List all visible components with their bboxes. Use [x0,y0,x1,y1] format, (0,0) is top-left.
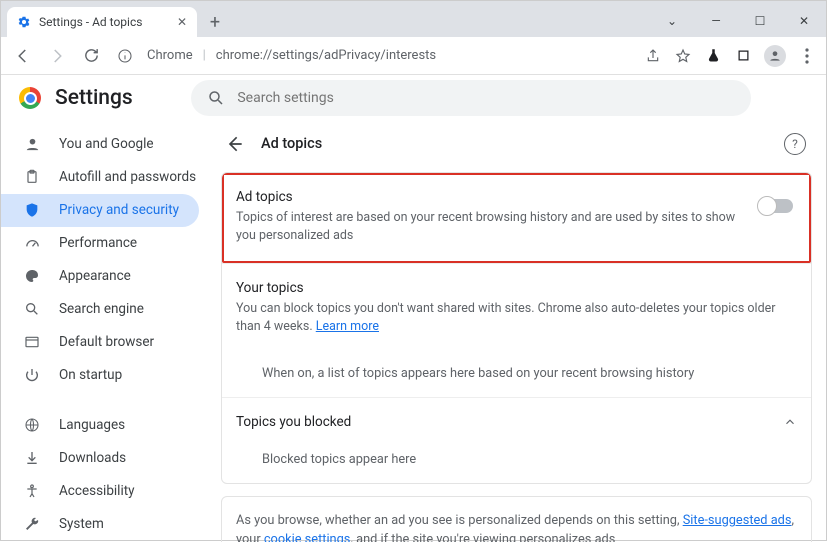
topics-blocked-title: Topics you blocked [236,414,351,430]
download-icon [23,450,41,466]
settings-sidebar: You and Google Autofill and passwords Pr… [1,122,211,542]
reload-button[interactable] [79,44,103,68]
palette-icon [23,268,41,284]
help-icon[interactable]: ? [784,133,806,155]
wrench-icon [23,516,41,532]
menu-icon[interactable] [798,47,816,65]
gear-icon [17,15,31,29]
main-content: Ad topics ? Ad topics Topics of interest… [221,122,812,542]
sidebar-item-you-and-google[interactable]: You and Google [1,128,199,161]
tab-search-button[interactable]: ⌄ [650,5,694,37]
extensions-icon[interactable] [734,47,752,65]
sidebar-item-default-browser[interactable]: Default browser [1,326,199,359]
your-topics-description: You can block topics you don't want shar… [236,300,797,336]
site-info-icon[interactable] [113,44,137,68]
power-icon [23,367,41,383]
sidebar-divider [23,400,197,401]
labs-icon[interactable] [704,47,722,65]
sidebar-item-accessibility[interactable]: Accessibility [1,475,199,508]
globe-icon [23,417,41,433]
learn-more-link[interactable]: Learn more [316,319,379,334]
sidebar-item-appearance[interactable]: Appearance [1,260,199,293]
search-icon [207,89,225,107]
clipboard-icon [23,169,41,185]
sidebar-item-autofill[interactable]: Autofill and passwords [1,161,199,194]
person-icon [23,136,41,153]
topics-blocked-empty: Blocked topics appear here [222,446,811,483]
sidebar-item-downloads[interactable]: Downloads [1,442,199,475]
ad-topics-title: Ad topics [236,189,741,205]
sidebar-label: Autofill and passwords [59,169,196,185]
window-titlebar: Settings - Ad topics ✕ + ⌄ — ☐ ✕ [1,1,826,37]
ad-topics-card: Ad topics Topics of interest are based o… [221,172,812,485]
sidebar-label: You and Google [59,136,154,152]
omnibox-url[interactable]: chrome://settings/adPrivacy/interests [216,48,436,63]
sidebar-label: Appearance [59,268,131,284]
omnibox-separator: | [203,48,206,63]
shield-icon [23,202,41,218]
browser-icon [23,334,41,350]
sidebar-label: System [59,516,104,532]
speedometer-icon [23,235,41,252]
settings-header: Settings [1,75,826,122]
site-suggested-ads-link[interactable]: Site-suggested ads [683,513,792,528]
browser-toolbar: Chrome | chrome://settings/adPrivacy/int… [1,37,826,75]
topics-blocked-row[interactable]: Topics you blocked [222,397,811,446]
maximize-button[interactable]: ☐ [738,5,782,37]
sidebar-label: Privacy and security [59,202,179,218]
sidebar-item-system[interactable]: System [1,508,199,541]
content-title: Ad topics [261,135,322,152]
sidebar-label: Accessibility [59,483,135,499]
sidebar-label: Default browser [59,334,154,350]
share-icon[interactable] [644,47,662,65]
sidebar-item-privacy[interactable]: Privacy and security [1,194,199,227]
sidebar-label: Downloads [59,450,126,466]
ad-topics-toggle[interactable] [759,199,793,213]
accessibility-icon [23,483,41,499]
ad-topics-toggle-row: Ad topics Topics of interest are based o… [222,173,811,263]
search-icon [23,301,41,317]
sidebar-item-performance[interactable]: Performance [1,227,199,260]
close-window-button[interactable]: ✕ [782,5,826,37]
new-tab-button[interactable]: + [201,8,229,36]
your-topics-title: Your topics [236,280,797,296]
ad-topics-description: Topics of interest are based on your rec… [236,209,741,245]
sidebar-item-onstartup[interactable]: On startup [1,359,199,392]
omnibox-label: Chrome [147,48,193,63]
browser-tab[interactable]: Settings - Ad topics ✕ [7,7,197,37]
sidebar-label: Search engine [59,301,144,317]
search-box[interactable] [191,80,751,116]
sidebar-item-search-engine[interactable]: Search engine [1,293,199,326]
sidebar-label: On startup [59,367,122,383]
search-input[interactable] [237,90,735,106]
your-topics-empty: When on, a list of topics appears here b… [222,352,811,397]
page-title: Settings [55,86,133,110]
footer-note: As you browse, whether an ad you see is … [221,496,812,542]
sidebar-label: Languages [59,417,125,433]
tab-title: Settings - Ad topics [39,15,142,29]
content-back-button[interactable] [223,132,247,156]
back-button[interactable] [11,44,35,68]
star-icon[interactable] [674,47,692,65]
forward-button [45,44,69,68]
sidebar-label: Performance [59,235,137,251]
chrome-logo-icon [19,87,41,109]
minimize-button[interactable]: — [694,5,738,37]
profile-avatar[interactable] [764,45,786,67]
sidebar-item-languages[interactable]: Languages [1,409,199,442]
chevron-up-icon [783,415,797,429]
close-tab-icon[interactable]: ✕ [177,15,187,29]
